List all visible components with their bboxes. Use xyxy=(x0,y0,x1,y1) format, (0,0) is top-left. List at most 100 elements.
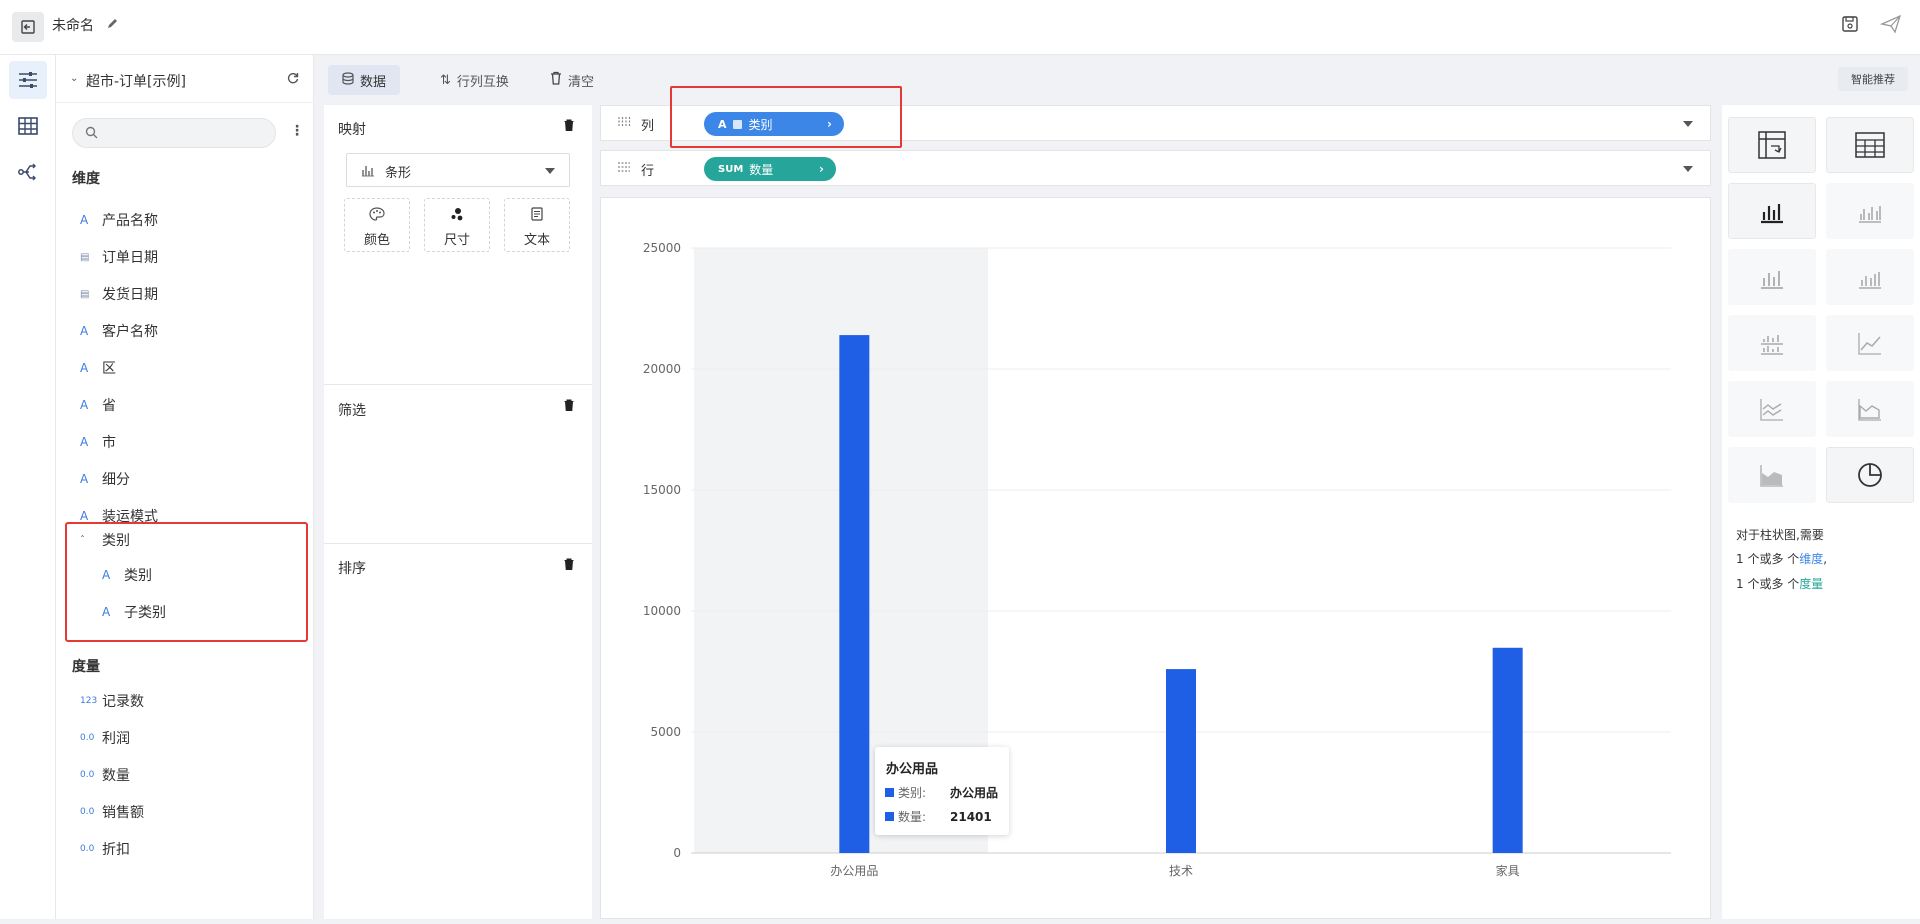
measure-word: 度量 xyxy=(1799,577,1824,591)
crosstab-icon xyxy=(1758,131,1786,159)
swap-rows-columns-button[interactable]: ⇅ 行列互换 xyxy=(426,65,523,95)
table-chart-option[interactable] xyxy=(1826,117,1914,173)
mapping-panel: 映射 条形 颜色 尺寸 文本 筛选 排序 xyxy=(324,105,592,919)
y-tick-label: 0 xyxy=(673,846,681,860)
exit-icon xyxy=(21,20,35,34)
filter-section: 筛选 xyxy=(324,385,592,544)
chart-type-select[interactable]: 条形 xyxy=(346,153,570,187)
size-mapping[interactable]: 尺寸 xyxy=(424,198,490,252)
caret-down-icon[interactable] xyxy=(1683,166,1693,172)
number-type-icon: 0.0 xyxy=(80,844,95,854)
filter-title: 筛选 xyxy=(338,403,366,419)
row-pill[interactable]: SUM 数量 › xyxy=(704,157,836,181)
sort-section: 排序 xyxy=(324,544,592,919)
sliders-icon xyxy=(19,72,37,88)
rows-label: 行 xyxy=(641,164,655,179)
multi-bar-option[interactable] xyxy=(1728,315,1816,371)
trash-icon[interactable] xyxy=(564,119,574,135)
measures-title: 度量 xyxy=(72,659,100,675)
bar-chart-option[interactable] xyxy=(1728,183,1816,239)
number-type-icon: 123 xyxy=(80,696,98,706)
legend-swatch xyxy=(885,788,894,797)
field-item[interactable]: ▤ 发货日期 xyxy=(80,284,158,304)
x-tick-label: 技术 xyxy=(1169,864,1193,878)
field-item[interactable]: ▤ 订单日期 xyxy=(80,247,158,267)
datasource-selector[interactable]: ⌄ 超市-订单[示例] xyxy=(56,55,314,103)
search-input[interactable] xyxy=(103,124,263,138)
percent-bar-option[interactable] xyxy=(1826,249,1914,305)
tooltip-title: 办公用品 xyxy=(886,762,939,777)
chart-canvas-area: 列 A 类别 › 行 SUM 数量 › 0 5000 10000 15000 20000… xyxy=(600,105,1712,919)
field-item[interactable]: 0.0 数量 xyxy=(80,765,130,785)
text-type-icon: A xyxy=(80,509,89,523)
grouped-bar-option[interactable] xyxy=(1826,183,1914,239)
columns-icon xyxy=(617,116,631,132)
bar xyxy=(1166,669,1196,853)
color-mapping[interactable]: 颜色 xyxy=(344,198,410,252)
text-type-icon: A xyxy=(102,605,111,619)
table-icon xyxy=(1855,132,1885,158)
field-item[interactable]: 123 记录数 xyxy=(80,691,144,711)
field-item[interactable]: 0.0 销售额 xyxy=(80,802,144,822)
group-name: 类别 xyxy=(102,533,130,549)
flow-tab[interactable] xyxy=(9,153,47,191)
text-type-icon: A xyxy=(102,568,111,582)
area-chart-icon xyxy=(1858,399,1881,421)
field-item[interactable]: A 产品名称 xyxy=(80,210,158,230)
clear-button[interactable]: 清空 xyxy=(536,65,608,95)
rows-shelf[interactable]: 行 SUM 数量 › xyxy=(600,150,1711,186)
database-icon xyxy=(342,71,354,89)
field-item[interactable]: A省 xyxy=(80,395,116,415)
x-tick-label: 家具 xyxy=(1496,863,1520,878)
table-tab[interactable] xyxy=(9,107,47,145)
smart-recommend-button[interactable]: 智能推荐 xyxy=(1838,67,1908,91)
edit-title-icon[interactable] xyxy=(106,16,120,34)
publish-icon[interactable] xyxy=(1879,14,1902,38)
rows-icon xyxy=(617,161,631,177)
field-item[interactable]: 0.0 利润 xyxy=(80,728,130,748)
pie-chart-option[interactable] xyxy=(1826,447,1914,503)
multi-line-option[interactable] xyxy=(1728,381,1816,437)
bar-chart-icon xyxy=(1761,204,1783,224)
line-chart-option[interactable] xyxy=(1826,315,1914,371)
area-chart-option[interactable] xyxy=(1826,381,1914,437)
top-bar: 未命名 xyxy=(0,0,1920,55)
dimension-word: 维度 xyxy=(1799,552,1824,566)
stacked-area-option[interactable] xyxy=(1728,447,1816,503)
field-item[interactable]: A市 xyxy=(80,432,116,452)
stacked-bar-option[interactable] xyxy=(1728,249,1816,305)
field-item[interactable]: A 细分 xyxy=(80,469,130,489)
number-type-icon: 0.0 xyxy=(80,807,95,817)
trash-icon[interactable] xyxy=(564,399,574,415)
field-item[interactable]: A 客户名称 xyxy=(80,321,158,341)
caret-down-icon[interactable] xyxy=(1683,121,1693,127)
sort-title: 排序 xyxy=(338,561,366,577)
config-tab[interactable] xyxy=(9,61,47,99)
page-title: 未命名 xyxy=(52,18,94,34)
data-button[interactable]: 数据 xyxy=(328,65,401,95)
text-mapping[interactable]: 文本 xyxy=(504,198,570,252)
chart-types-panel: 对于柱状图,需要 1 个或多 个维度, 1 个或多 个度量 xyxy=(1722,105,1920,919)
stacked-area-icon xyxy=(1760,465,1783,487)
trash-icon[interactable] xyxy=(564,558,574,574)
mapping-section: 映射 条形 颜色 尺寸 文本 xyxy=(324,105,592,385)
search-icon xyxy=(85,126,98,143)
more-options-icon[interactable]: ⋮ xyxy=(290,123,304,139)
field-item[interactable]: 0.0 折扣 xyxy=(80,839,130,859)
text-type-icon: A xyxy=(80,398,89,412)
datasource-name: 超市-订单[示例] xyxy=(86,74,186,90)
crosstab-chart-option[interactable] xyxy=(1728,117,1816,173)
field-search[interactable] xyxy=(72,118,276,148)
bar xyxy=(839,335,870,853)
refresh-icon[interactable] xyxy=(286,71,300,89)
chart-container: 0 5000 10000 15000 20000 25000 办公用品 技术 家具 xyxy=(600,197,1711,919)
back-button[interactable] xyxy=(12,12,44,42)
text-type-icon: A xyxy=(80,435,89,449)
save-icon[interactable] xyxy=(1840,14,1860,38)
group-header[interactable]: ˆ 类别 xyxy=(80,530,130,550)
field-item[interactable]: A区 xyxy=(80,358,116,378)
field-item[interactable]: A 类别 xyxy=(102,565,152,585)
percent-bar-icon xyxy=(1859,272,1881,289)
tooltip-row: 类别: 办公用品 xyxy=(885,784,998,801)
field-item[interactable]: A 子类别 xyxy=(102,602,166,622)
